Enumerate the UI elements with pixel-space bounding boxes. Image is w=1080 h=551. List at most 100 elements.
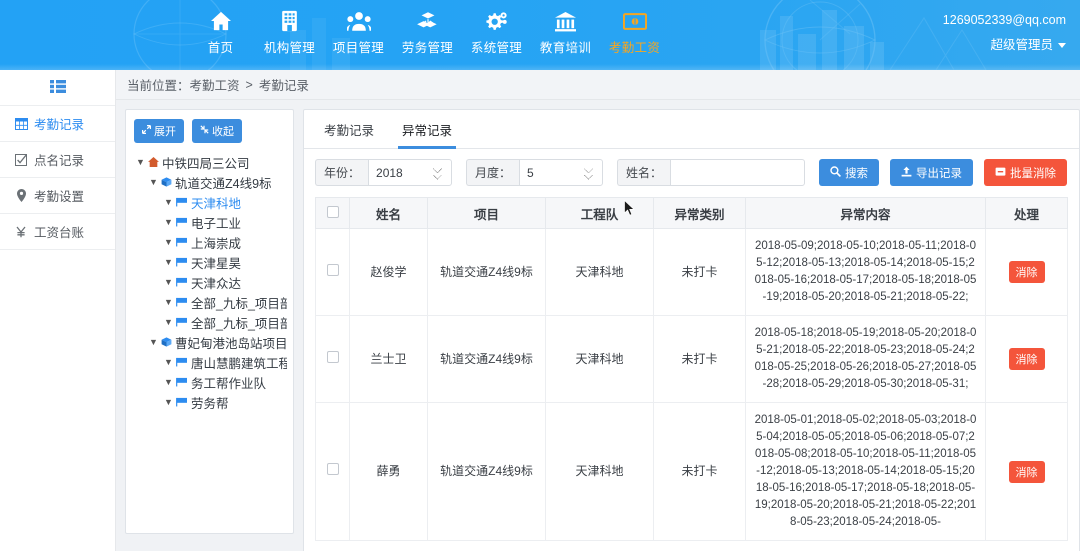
tree-node[interactable]: ▼ 电子工业: [134, 212, 287, 232]
tab-label: 考勤记录: [324, 123, 375, 138]
nav-label: 项目管理: [332, 41, 385, 55]
tree-node[interactable]: ▼ 全部_九标_项目部_安: [134, 312, 287, 332]
breadcrumb-parent[interactable]: 考勤工资: [190, 75, 240, 94]
year-select[interactable]: 2018: [368, 159, 453, 186]
nav-label: 机构管理: [263, 41, 316, 55]
left-sidebar: 考勤记录 点名记录 考勤设置 工资台账: [0, 70, 116, 551]
export-button[interactable]: 导出记录: [890, 159, 974, 186]
search-button[interactable]: 搜索: [819, 159, 880, 186]
tree-node[interactable]: ▼ 天津众达: [134, 272, 287, 292]
sidebar-item-rollcall-record[interactable]: 点名记录: [0, 142, 115, 178]
chevron-down-icon[interactable]: ▼: [164, 297, 173, 307]
expand-all-label: 展开: [154, 126, 176, 138]
collapse-all-label: 收起: [212, 126, 234, 138]
tree-node[interactable]: ▼ 天津星昊: [134, 252, 287, 272]
row-checkbox[interactable]: [326, 463, 339, 475]
chevron-down-icon[interactable]: ▼: [164, 317, 173, 327]
filter-bar: 年份： 2018 月度： 5 姓名： 搜索 导出记录 批量消除: [304, 149, 1079, 197]
nav-item-training[interactable]: 教育培训: [531, 8, 600, 56]
tab-attendance-record[interactable]: 考勤记录: [310, 110, 388, 148]
year-filter-label: 年份：: [315, 159, 369, 186]
cell-team: 天津科地: [545, 315, 654, 403]
tree-node-label: 曹妃甸港池岛站项目: [175, 336, 287, 351]
tab-exception-record[interactable]: 异常记录: [388, 110, 466, 149]
nav-item-attendance-salary[interactable]: 考勤工资: [600, 8, 669, 56]
top-header: 首页 机构管理 项目管理 劳务管理 系统管理 教育培训 考勤工资 1269052…: [0, 0, 1080, 70]
cell-content: 2018-05-09;2018-05-10;2018-05-11;2018-05…: [745, 228, 986, 316]
sidebar-toggle-button[interactable]: [0, 70, 115, 106]
batch-clear-button[interactable]: 批量消除: [984, 159, 1068, 186]
tree-node[interactable]: ▼ 唐山慧鹏建筑工程有: [134, 352, 287, 372]
content-area: 当前位置： 考勤工资 > 考勤记录 展开 收起 ▼ 中铁四局三公司 ▼ 轨道交通…: [116, 70, 1080, 551]
sidebar-item-attendance-record[interactable]: 考勤记录: [0, 106, 115, 142]
month-select[interactable]: 5: [519, 159, 604, 186]
tree-node[interactable]: ▼ 中铁四局三公司: [134, 152, 287, 172]
search-button-label: 搜索: [845, 167, 869, 180]
cell-project: 轨道交通Z4线9标: [427, 228, 546, 316]
column-header-team: 工程队: [545, 197, 654, 229]
flag-node-icon: [176, 317, 188, 327]
chevron-down-icon[interactable]: ▼: [164, 277, 173, 287]
sidebar-item-salary-ledger[interactable]: 工资台账: [0, 214, 115, 250]
chevron-down-icon[interactable]: ▼: [164, 257, 173, 267]
user-menu-trigger[interactable]: 超级管理员: [943, 35, 1066, 55]
clear-row-button[interactable]: 消除: [1008, 261, 1045, 283]
nav-item-labor[interactable]: 劳务管理: [393, 8, 462, 56]
org-tree: ▼ 中铁四局三公司 ▼ 轨道交通Z4线9标 ▼ 天津科地 ▼ 电子工业 ▼ 上海…: [134, 152, 287, 412]
flag-node-icon: [176, 297, 188, 307]
tree-node-label: 全部_九标_项目部_安: [191, 316, 287, 331]
month-filter-group: 月度： 5: [466, 159, 604, 186]
column-header-type: 异常类别: [653, 197, 746, 229]
tree-node[interactable]: ▼ 轨道交通Z4线9标: [134, 172, 287, 192]
nav-item-org[interactable]: 机构管理: [255, 8, 324, 56]
nav-item-project[interactable]: 项目管理: [324, 8, 393, 56]
search-icon: [830, 165, 842, 180]
nav-label: 考勤工资: [608, 41, 661, 55]
chevron-down-icon[interactable]: ▼: [149, 337, 158, 347]
main-nav: 首页 机构管理 项目管理 劳务管理 系统管理 教育培训 考勤工资: [186, 8, 669, 66]
chevron-down-icon[interactable]: ▼: [136, 157, 145, 167]
name-input[interactable]: [670, 159, 806, 186]
chevron-down-icon[interactable]: ▼: [164, 377, 173, 387]
tree-node[interactable]: ▼ 曹妃甸港池岛站项目: [134, 332, 287, 352]
tree-node[interactable]: ▼ 上海崇成: [134, 232, 287, 252]
chevron-down-icon[interactable]: ▼: [164, 197, 173, 207]
chevron-down-icon[interactable]: ▼: [164, 397, 173, 407]
row-checkbox[interactable]: [326, 263, 339, 276]
tree-node-label: 上海崇成: [191, 236, 242, 251]
clear-row-button[interactable]: 消除: [1008, 460, 1045, 483]
select-all-checkbox[interactable]: [326, 205, 339, 218]
tree-node-label: 全部_九标_项目部_工: [191, 296, 287, 311]
org-tree-panel: 展开 收起 ▼ 中铁四局三公司 ▼ 轨道交通Z4线9标 ▼ 天津科地 ▼ 电子工…: [125, 109, 294, 534]
flag-node-icon: [176, 237, 188, 247]
column-header-action: 处理: [985, 197, 1068, 229]
flag-node-icon: [176, 357, 188, 367]
nav-item-home[interactable]: 首页: [186, 8, 255, 56]
table-row: 薛勇 轨道交通Z4线9标 天津科地 未打卡 2018-05-01;2018-05…: [315, 402, 1068, 541]
flag-node-icon: [176, 197, 188, 207]
column-header-project: 项目: [427, 197, 546, 229]
collapse-all-button[interactable]: 收起: [192, 119, 242, 143]
chevron-down-icon[interactable]: ▼: [164, 237, 173, 247]
breadcrumb-separator: >: [245, 77, 253, 92]
sidebar-item-attendance-settings[interactable]: 考勤设置: [0, 178, 115, 214]
bank-icon: [531, 8, 600, 34]
chevron-down-icon[interactable]: ▼: [164, 217, 173, 227]
flag-node-icon: [176, 377, 188, 387]
money-icon: [600, 8, 669, 34]
chevron-down-icon[interactable]: ▼: [149, 177, 158, 187]
cube-node-icon: [161, 177, 172, 187]
nav-item-system[interactable]: 系统管理: [462, 8, 531, 56]
expand-all-button[interactable]: 展开: [134, 119, 184, 143]
tree-node[interactable]: ▼ 劳务帮: [134, 392, 287, 412]
row-checkbox[interactable]: [326, 350, 339, 363]
chevron-down-icon[interactable]: ▼: [164, 357, 173, 367]
tree-node[interactable]: ▼ 务工帮作业队: [134, 372, 287, 392]
tree-node[interactable]: ▼ 全部_九标_项目部_工: [134, 292, 287, 312]
exception-records-table: 姓名 项目 工程队 异常类别 异常内容 处理 赵俊学 轨道交通Z4线9标 天津科…: [315, 197, 1068, 541]
blocks-icon: [393, 8, 462, 34]
expand-arrows-icon: [142, 125, 151, 137]
clear-row-button[interactable]: 消除: [1008, 348, 1045, 370]
user-email: 1269052339@qq.com: [942, 13, 1066, 27]
tree-node[interactable]: ▼ 天津科地: [134, 192, 287, 212]
